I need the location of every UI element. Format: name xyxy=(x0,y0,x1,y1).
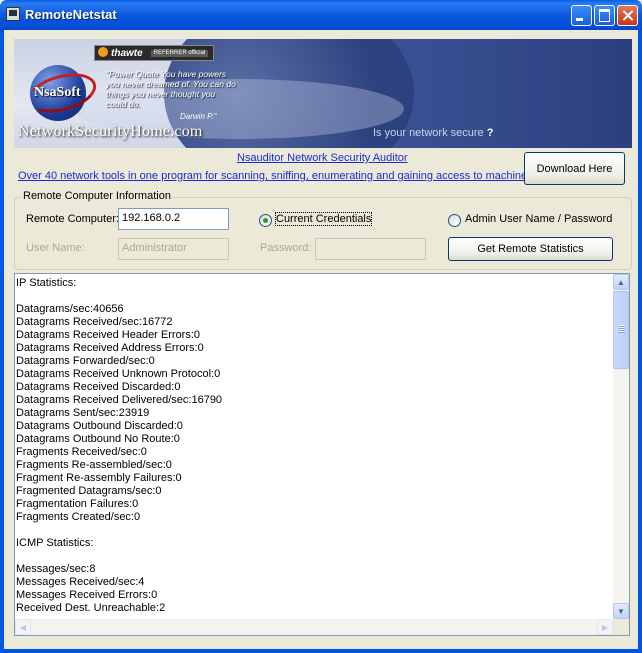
output-line: Datagrams Forwarded/sec:0 xyxy=(16,355,155,367)
output-line: Fragmented Datagrams/sec:0 xyxy=(16,485,162,497)
username-field[interactable]: Administrator xyxy=(118,238,229,260)
admin-credentials-radio[interactable] xyxy=(448,214,461,227)
output-line: Messages Received/sec:4 xyxy=(16,576,145,588)
output-line: Datagrams Received Address Errors:0 xyxy=(16,342,204,354)
banner-tagline-text: Is your network secure xyxy=(373,127,484,139)
remote-computer-input[interactable]: 192.168.0.2 xyxy=(118,208,229,230)
thawte-badge: thawte REFERRER official xyxy=(94,45,214,61)
output-line: Fragments Received/sec:0 xyxy=(16,446,147,458)
output-line: Datagrams Outbound Discarded:0 xyxy=(16,420,183,432)
output-line: IP Statistics: xyxy=(16,277,77,289)
scroll-down-arrow-icon[interactable]: ▼ xyxy=(613,603,629,619)
scroll-grip-icon xyxy=(618,325,625,333)
statistics-lines: IP Statistics: Datagrams/sec:40656 Datagr… xyxy=(16,277,612,615)
vertical-scroll-thumb[interactable] xyxy=(613,291,629,369)
output-line: Datagrams/sec:40656 xyxy=(16,303,124,315)
output-line: Datagrams Outbound No Route:0 xyxy=(16,433,180,445)
nsasoft-logo: NsaSoft xyxy=(34,85,81,100)
horizontal-scrollbar[interactable]: ◀ ▶ xyxy=(15,619,613,635)
download-here-button[interactable]: Download Here xyxy=(524,152,625,185)
thawte-referrer-tag: REFERRER official xyxy=(150,49,209,57)
window-title: RemoteNetstat xyxy=(25,7,117,22)
output-line: Messages/sec:8 xyxy=(16,563,96,575)
thawte-seal-icon xyxy=(98,47,108,57)
app-window: RemoteNetstat thawte REFERRER official N… xyxy=(0,0,642,653)
vertical-scrollbar[interactable]: ▲ ▼ xyxy=(613,274,629,619)
banner-quote-author: Darwin P." xyxy=(180,112,217,121)
output-line: Fragments Re-assembled/sec:0 xyxy=(16,459,172,471)
output-line: Fragmentation Failures:0 xyxy=(16,498,139,510)
ad-banner[interactable]: thawte REFERRER official NsaSoft "Power … xyxy=(14,39,632,148)
username-label: User Name: xyxy=(26,242,85,254)
scroll-left-arrow-icon[interactable]: ◀ xyxy=(15,619,31,635)
minimize-icon[interactable] xyxy=(571,5,592,26)
output-line: Fragment Re-assembly Failures:0 xyxy=(16,472,182,484)
network-tools-link[interactable]: Over 40 network tools in one program for… xyxy=(18,170,536,182)
output-line: Datagrams Sent/sec:23919 xyxy=(16,407,150,419)
title-bar[interactable]: RemoteNetstat xyxy=(0,0,642,30)
current-credentials-radio[interactable] xyxy=(259,214,272,227)
password-field[interactable] xyxy=(315,238,426,260)
scroll-right-arrow-icon[interactable]: ▶ xyxy=(597,619,613,635)
current-credentials-label[interactable]: Current Credentials xyxy=(274,212,373,226)
get-remote-statistics-button[interactable]: Get Remote Statistics xyxy=(448,237,613,261)
output-line: Datagrams Received Delivered/sec:16790 xyxy=(16,394,223,406)
output-line: Datagrams Received Discarded:0 xyxy=(16,381,181,393)
scrollbar-corner xyxy=(613,619,629,635)
banner-tagline: Is your network secure ? xyxy=(373,127,493,139)
output-line: ICMP Statistics: xyxy=(16,537,94,549)
scroll-up-arrow-icon[interactable]: ▲ xyxy=(613,274,629,290)
output-line: Datagrams Received/sec:16772 xyxy=(16,316,173,328)
output-line: Fragments Created/sec:0 xyxy=(16,511,141,523)
output-line: Messages Received Errors:0 xyxy=(16,589,158,601)
banner-site-name: NetworkSecurityHome.com xyxy=(18,123,203,140)
window-client-area: thawte REFERRER official NsaSoft "Power … xyxy=(4,30,638,649)
admin-credentials-label[interactable]: Admin User Name / Password xyxy=(465,213,612,225)
password-label: Password: xyxy=(260,242,312,254)
maximize-icon[interactable] xyxy=(594,5,615,26)
close-icon[interactable] xyxy=(617,5,638,26)
statistics-output[interactable]: IP Statistics: Datagrams/sec:40656 Datagr… xyxy=(14,273,630,636)
app-icon[interactable] xyxy=(6,7,20,21)
output-line: Datagrams Received Unknown Protocol:0 xyxy=(16,368,221,380)
thawte-logo: thawte xyxy=(111,47,143,59)
remote-computer-label: Remote Computer: xyxy=(26,213,119,225)
output-line: Received Dest. Unreachable:2 xyxy=(16,602,166,614)
remote-computer-group-title: Remote Computer Information xyxy=(21,190,173,202)
banner-quote: "Power Quote You have powers you never d… xyxy=(106,69,236,109)
banner-tagline-mark: ? xyxy=(486,127,494,139)
nsauditor-link[interactable]: Nsauditor Network Security Auditor xyxy=(237,152,408,164)
output-line: Datagrams Received Header Errors:0 xyxy=(16,329,201,341)
